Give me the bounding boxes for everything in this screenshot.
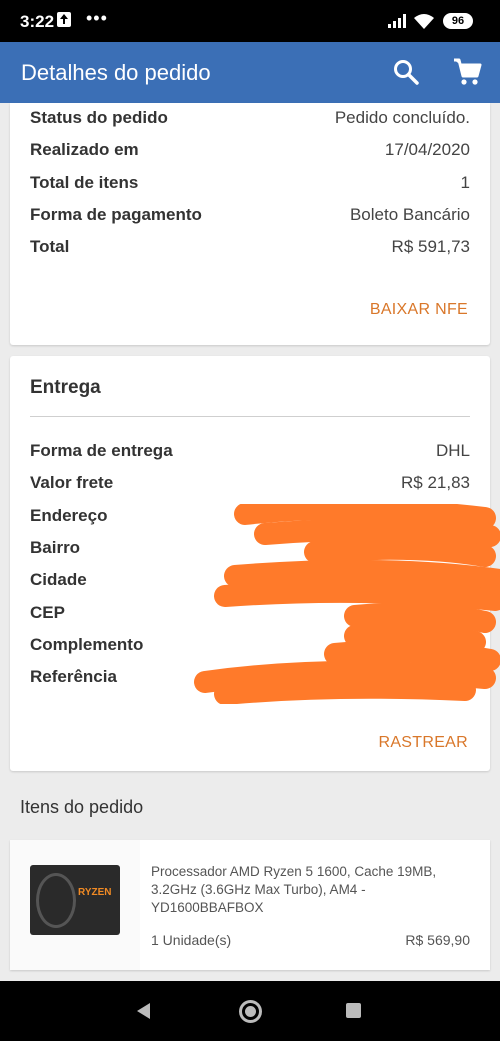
order-row-date: Realizado em 17/04/2020 bbox=[30, 140, 470, 166]
delivery-row-label: Cidade bbox=[30, 570, 87, 589]
product-price: R$ 569,90 bbox=[405, 932, 470, 948]
app-bar: Detalhes do pedido bbox=[0, 42, 500, 103]
product-image-cooler bbox=[36, 873, 76, 928]
order-row-label: Status do pedido bbox=[30, 108, 168, 127]
home-icon[interactable] bbox=[239, 1000, 262, 1023]
order-row-value: R$ 591,73 bbox=[391, 237, 470, 256]
order-row-label: Total de itens bbox=[30, 173, 139, 192]
order-summary-card: Status do pedido Pedido concluído. Reali… bbox=[10, 103, 490, 345]
delivery-row-label: Forma de entrega bbox=[30, 441, 173, 460]
redaction-scribble bbox=[194, 504, 500, 704]
search-icon[interactable] bbox=[392, 58, 420, 86]
system-nav-bar bbox=[0, 981, 500, 1041]
delivery-row-shipping: Valor frete R$ 21,83 bbox=[30, 473, 470, 499]
order-row-value: Pedido concluído. bbox=[334, 108, 470, 127]
product-image-logo: RYZEN bbox=[78, 887, 112, 898]
product-description: Processador AMD Ryzen 5 1600, Cache 19MB… bbox=[151, 864, 437, 915]
order-row-value: 17/04/2020 bbox=[384, 140, 470, 159]
delivery-card: Entrega Forma de entrega DHL Valor frete… bbox=[10, 356, 500, 771]
recent-apps-icon[interactable] bbox=[346, 1003, 361, 1018]
items-section-title: Itens do pedido bbox=[20, 797, 144, 817]
upload-icon bbox=[57, 12, 71, 27]
shopping-cart-icon[interactable] bbox=[452, 57, 482, 87]
delivery-title: Entrega bbox=[30, 377, 101, 398]
back-icon[interactable] bbox=[137, 1003, 150, 1019]
order-item-card[interactable]: RYZEN Processador AMD Ryzen 5 1600, Cach… bbox=[10, 840, 490, 970]
order-row-status: Status do pedido Pedido concluído. bbox=[30, 108, 470, 134]
track-button[interactable]: RASTREAR bbox=[378, 734, 468, 752]
delivery-row-label: CEP bbox=[30, 603, 65, 622]
delivery-row-label: Referência bbox=[30, 667, 117, 686]
order-row-value: 1 bbox=[460, 173, 470, 192]
order-row-payment: Forma de pagamento Boleto Bancário bbox=[30, 205, 470, 231]
signal-icon bbox=[388, 14, 406, 28]
status-time: 3:22 bbox=[20, 12, 55, 31]
order-row-label: Total bbox=[30, 237, 70, 256]
product-image: RYZEN bbox=[30, 865, 120, 935]
delivery-row-value: DHL bbox=[435, 441, 470, 460]
order-row-value: Boleto Bancário bbox=[349, 205, 470, 224]
delivery-row-label: Valor frete bbox=[30, 473, 114, 492]
delivery-row-label: Endereço bbox=[30, 506, 108, 525]
battery-icon: 96 bbox=[443, 13, 473, 29]
order-row-label: Forma de pagamento bbox=[30, 205, 202, 224]
download-nfe-button[interactable]: BAIXAR NFE bbox=[370, 301, 468, 319]
delivery-row-value: R$ 21,83 bbox=[401, 473, 470, 492]
page-title: Detalhes do pedido bbox=[21, 60, 211, 85]
delivery-row-label: Bairro bbox=[30, 538, 81, 557]
delivery-row-method: Forma de entrega DHL bbox=[30, 441, 470, 467]
more-notifications-icon: ••• bbox=[86, 8, 108, 28]
status-bar: 3:22 ••• 96 bbox=[0, 0, 500, 42]
divider bbox=[30, 416, 470, 417]
delivery-row-label: Complemento bbox=[30, 635, 144, 654]
order-row-total: Total R$ 591,73 bbox=[30, 237, 470, 263]
order-row-label: Realizado em bbox=[30, 140, 139, 159]
order-row-items: Total de itens 1 bbox=[30, 173, 470, 199]
product-quantity: 1 Unidade(s) bbox=[151, 932, 232, 948]
product-thumbnail: RYZEN bbox=[10, 840, 140, 970]
wifi-icon bbox=[414, 14, 434, 34]
